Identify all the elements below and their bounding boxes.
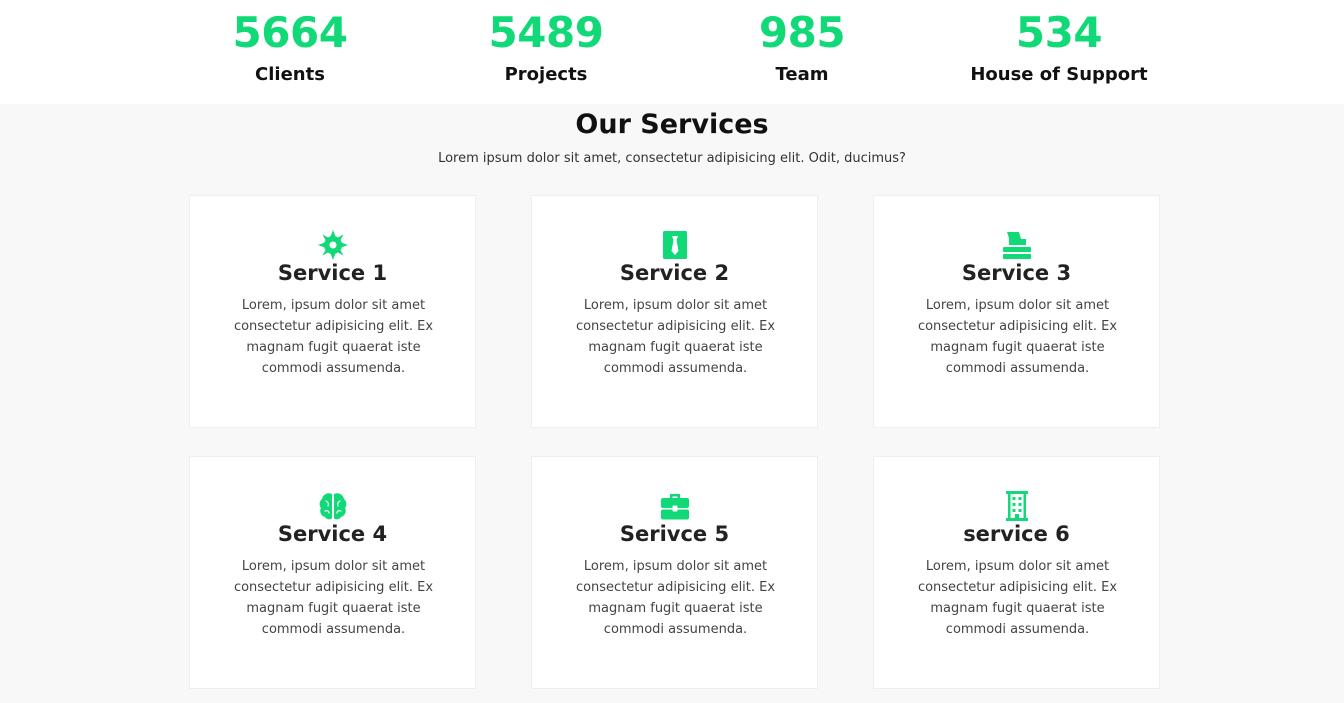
- stat-label: House of Support: [970, 64, 1148, 85]
- service-card-3: Service 3 Lorem, ipsum dolor sit amet co…: [873, 195, 1160, 428]
- service-card-2: Service 2 Lorem, ipsum dolor sit amet co…: [531, 195, 818, 428]
- stat-label: Clients: [255, 64, 325, 85]
- building-icon: [1001, 490, 1033, 522]
- service-description: Lorem, ipsum dolor sit amet consectetur …: [233, 298, 434, 376]
- service-description: Lorem, ipsum dolor sit amet consectetur …: [575, 559, 776, 637]
- service-title: Service 3: [961, 261, 1072, 285]
- necktie-icon: [659, 229, 691, 261]
- service-description: Lorem, ipsum dolor sit amet consectetur …: [917, 559, 1118, 637]
- stat-number: 5489: [488, 8, 604, 57]
- stat-clients: 5664 Clients: [160, 8, 420, 88]
- service-card-6: service 6 Lorem, ipsum dolor sit amet co…: [873, 456, 1160, 689]
- stat-support: 534 House of Support: [929, 8, 1189, 88]
- services-title: Our Services: [575, 109, 769, 140]
- service-description: Lorem, ipsum dolor sit amet consectetur …: [917, 298, 1118, 376]
- service-title: Service 1: [277, 261, 388, 285]
- stat-projects: 5489 Projects: [416, 8, 676, 88]
- service-card-4: Service 4 Lorem, ipsum dolor sit amet co…: [189, 456, 476, 689]
- stat-number: 534: [1015, 8, 1103, 57]
- service-title: Serivce 5: [619, 522, 730, 546]
- service-title: service 6: [963, 522, 1070, 546]
- services-header: Our Services Lorem ipsum dolor sit amet,…: [0, 104, 1344, 169]
- service-card-5: Serivce 5 Lorem, ipsum dolor sit amet co…: [531, 456, 818, 689]
- stat-label: Projects: [504, 64, 588, 85]
- stat-label: Team: [775, 64, 829, 85]
- stats-section: 5664 Clients 5489 Projects 985 Team 534 …: [0, 0, 1344, 104]
- service-description: Lorem, ipsum dolor sit amet consectetur …: [233, 559, 434, 637]
- stat-number: 985: [758, 8, 846, 57]
- stat-team: 985 Team: [672, 8, 932, 88]
- badge-icon: [317, 229, 349, 261]
- service-card-1: Service 1 Lorem, ipsum dolor sit amet co…: [189, 195, 476, 428]
- service-description: Lorem, ipsum dolor sit amet consectetur …: [575, 298, 776, 376]
- service-title: Service 2: [619, 261, 730, 285]
- briefcase-icon: [659, 490, 691, 522]
- stat-number: 5664: [232, 8, 348, 57]
- inbox-icon: [1001, 229, 1033, 261]
- services-subtitle: Lorem ipsum dolor sit amet, consectetur …: [438, 151, 906, 166]
- page: 5664 Clients 5489 Projects 985 Team 534 …: [0, 0, 1344, 703]
- brain-icon: [317, 490, 349, 522]
- service-title: Service 4: [277, 522, 388, 546]
